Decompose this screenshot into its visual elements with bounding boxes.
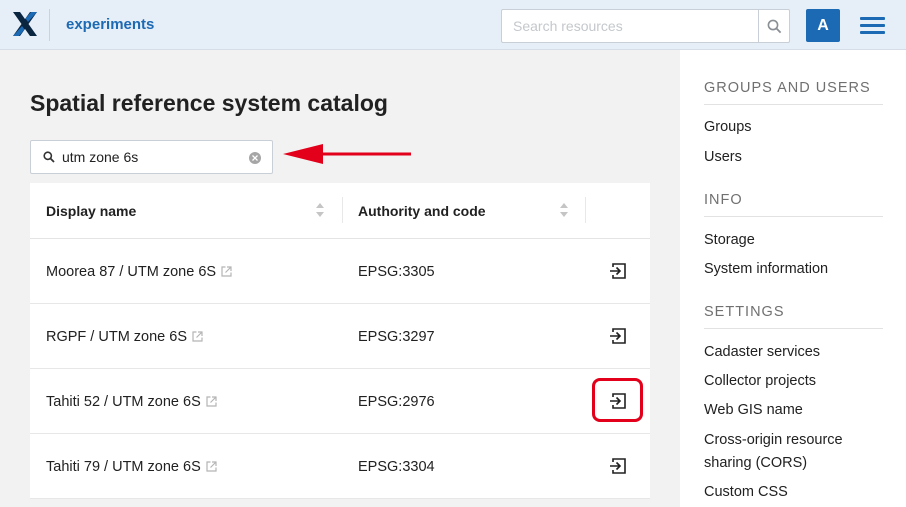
external-link-icon[interactable] bbox=[206, 461, 217, 472]
search-button[interactable] bbox=[758, 9, 790, 43]
catalog-filter-input[interactable]: utm zone 6s bbox=[30, 140, 273, 174]
srs-name: Moorea 87 / UTM zone 6S bbox=[46, 263, 217, 280]
search-input[interactable] bbox=[501, 9, 759, 43]
sidebar-item-cors[interactable]: Cross-origin resource sharing (CORS) bbox=[704, 429, 884, 475]
srs-name-cell: Tahiti 52 / UTM zone 6S bbox=[46, 369, 217, 434]
table-row: Tahiti 52 / UTM zone 6S EPSG:2976 bbox=[30, 369, 650, 434]
app-logo-icon[interactable] bbox=[12, 11, 38, 37]
column-header-authority-code[interactable]: Authority and code bbox=[358, 183, 486, 239]
srs-name: RGPF / UTM zone 6S bbox=[46, 328, 188, 345]
annotation-arrow bbox=[283, 144, 411, 164]
sidebar-section-settings: SETTINGS bbox=[704, 304, 883, 329]
table-row: Moorea 87 / UTM zone 6S EPSG:3305 bbox=[30, 239, 650, 304]
app-name-link[interactable]: experiments bbox=[66, 16, 154, 33]
sidebar-item-collector-projects[interactable]: Collector projects bbox=[704, 370, 884, 393]
external-link-icon[interactable] bbox=[192, 331, 203, 342]
hamburger-menu-icon[interactable] bbox=[859, 14, 887, 36]
import-srs-icon[interactable] bbox=[608, 457, 628, 475]
sidebar-item-cadaster-services[interactable]: Cadaster services bbox=[704, 341, 884, 364]
user-avatar-button[interactable]: A bbox=[806, 9, 840, 42]
header-divider bbox=[49, 9, 50, 41]
sort-icon[interactable] bbox=[316, 203, 324, 217]
external-link-icon[interactable] bbox=[206, 396, 217, 407]
search-icon bbox=[43, 151, 55, 163]
srs-code: EPSG:3297 bbox=[358, 328, 435, 345]
import-srs-icon[interactable] bbox=[608, 327, 628, 345]
srs-name: Tahiti 52 / UTM zone 6S bbox=[46, 393, 201, 410]
sort-icon[interactable] bbox=[560, 203, 568, 217]
sidebar-section-info: INFO bbox=[704, 192, 883, 217]
search-icon bbox=[767, 19, 781, 33]
external-link-icon[interactable] bbox=[221, 266, 232, 277]
sidebar-item-storage[interactable]: Storage bbox=[704, 229, 884, 252]
main-content: Spatial reference system catalog utm zon… bbox=[0, 50, 680, 507]
filter-value: utm zone 6s bbox=[62, 149, 139, 165]
srs-code: EPSG:3304 bbox=[358, 458, 435, 475]
sidebar-item-groups[interactable]: Groups bbox=[704, 116, 884, 139]
sidebar-item-web-gis-name[interactable]: Web GIS name bbox=[704, 399, 884, 422]
import-srs-icon[interactable] bbox=[608, 392, 628, 410]
top-bar: experiments A bbox=[0, 0, 906, 50]
table-row: Tahiti 79 / UTM zone 6S EPSG:3304 bbox=[30, 434, 650, 499]
table-row: RGPF / UTM zone 6S EPSG:3297 bbox=[30, 304, 650, 369]
table-header: Display name Authority and code bbox=[30, 183, 650, 239]
page-title: Spatial reference system catalog bbox=[30, 90, 388, 116]
sidebar-item-system-information[interactable]: System information bbox=[704, 258, 884, 281]
srs-table: Display name Authority and code Moorea 8… bbox=[30, 183, 650, 499]
import-srs-icon[interactable] bbox=[608, 262, 628, 280]
srs-code: EPSG:2976 bbox=[358, 393, 435, 410]
sidebar: GROUPS AND USERS Groups Users INFO Stora… bbox=[680, 50, 906, 507]
sidebar-item-custom-css[interactable]: Custom CSS bbox=[704, 481, 884, 504]
clear-filter-icon[interactable] bbox=[249, 152, 261, 164]
srs-name-cell: Moorea 87 / UTM zone 6S bbox=[46, 239, 232, 304]
sidebar-item-users[interactable]: Users bbox=[704, 146, 884, 169]
srs-name-cell: Tahiti 79 / UTM zone 6S bbox=[46, 434, 217, 499]
column-header-display-name[interactable]: Display name bbox=[46, 183, 136, 239]
column-separator bbox=[585, 197, 586, 223]
srs-name: Tahiti 79 / UTM zone 6S bbox=[46, 458, 201, 475]
srs-name-cell: RGPF / UTM zone 6S bbox=[46, 304, 203, 369]
sidebar-section-groups-and-users: GROUPS AND USERS bbox=[704, 80, 883, 105]
column-separator bbox=[342, 197, 343, 223]
srs-code: EPSG:3305 bbox=[358, 263, 435, 280]
